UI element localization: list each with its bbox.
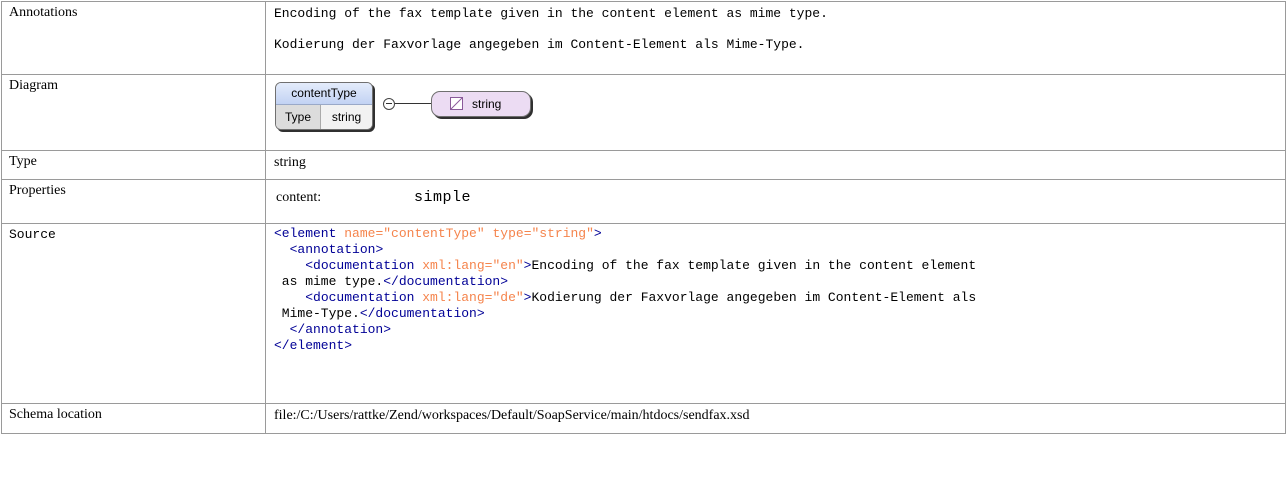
properties-value: content: simple: [265, 179, 1286, 224]
row-annotations: Annotations Encoding of the fax template…: [1, 1, 1286, 75]
simple-type-name: string: [472, 97, 502, 111]
source-line: </element>: [274, 338, 353, 353]
source-line: <documentation xml:lang="en">Encoding of…: [305, 258, 977, 273]
simple-type-icon: [450, 97, 463, 110]
property-value: simple: [414, 189, 472, 206]
annotations-value: Encoding of the fax template given in th…: [265, 1, 1286, 75]
schema-location-value: file:/C:/Users/rattke/Zend/workspaces/De…: [265, 403, 1286, 434]
source-line: <annotation>: [289, 242, 384, 257]
source-code: <element name="contentType" type="string…: [274, 226, 1285, 354]
row-type: Type string: [1, 150, 1286, 180]
element-doc-table: Annotations Encoding of the fax template…: [1, 1, 1286, 434]
schema-location-label: Schema location: [1, 403, 266, 434]
connector-line: [395, 103, 431, 104]
source-line: </annotation>: [289, 322, 392, 337]
source-line: <element name="contentType" type="string…: [274, 226, 602, 241]
minus-circle-icon[interactable]: [383, 98, 395, 110]
source-line: as mime type.</documentation>: [274, 274, 509, 289]
row-properties: Properties content: simple: [1, 179, 1286, 224]
element-type-key: Type: [276, 105, 321, 129]
element-name: contentType: [276, 83, 372, 105]
diagram-label: Diagram: [1, 74, 266, 151]
diagram-value: contentType Type string string: [265, 74, 1286, 151]
source-line: <documentation xml:lang="de">Kodierung d…: [305, 290, 977, 305]
source-value: <element name="contentType" type="string…: [265, 223, 1286, 404]
row-diagram: Diagram contentType Type string string: [1, 74, 1286, 151]
row-schema-location: Schema location file:/C:/Users/rattke/Ze…: [1, 403, 1286, 434]
schema-diagram: contentType Type string string: [274, 79, 1285, 137]
properties-label: Properties: [1, 179, 266, 224]
row-source: Source <element name="contentType" type=…: [1, 223, 1286, 404]
source-label: Source: [1, 223, 266, 404]
property-content: content: simple: [274, 184, 1285, 206]
element-type-value: string: [321, 105, 372, 129]
type-label: Type: [1, 150, 266, 180]
property-key: content:: [276, 190, 322, 205]
annotation-en: Encoding of the fax template given in th…: [274, 6, 828, 21]
source-line: Mime-Type.</documentation>: [274, 306, 485, 321]
type-value: string: [265, 150, 1286, 180]
element-type-row: Type string: [276, 105, 372, 129]
annotation-de: Kodierung der Faxvorlage angegeben im Co…: [274, 37, 805, 52]
annotations-label: Annotations: [1, 1, 266, 75]
element-box[interactable]: contentType Type string: [275, 82, 373, 130]
simple-type-box[interactable]: string: [431, 91, 531, 117]
